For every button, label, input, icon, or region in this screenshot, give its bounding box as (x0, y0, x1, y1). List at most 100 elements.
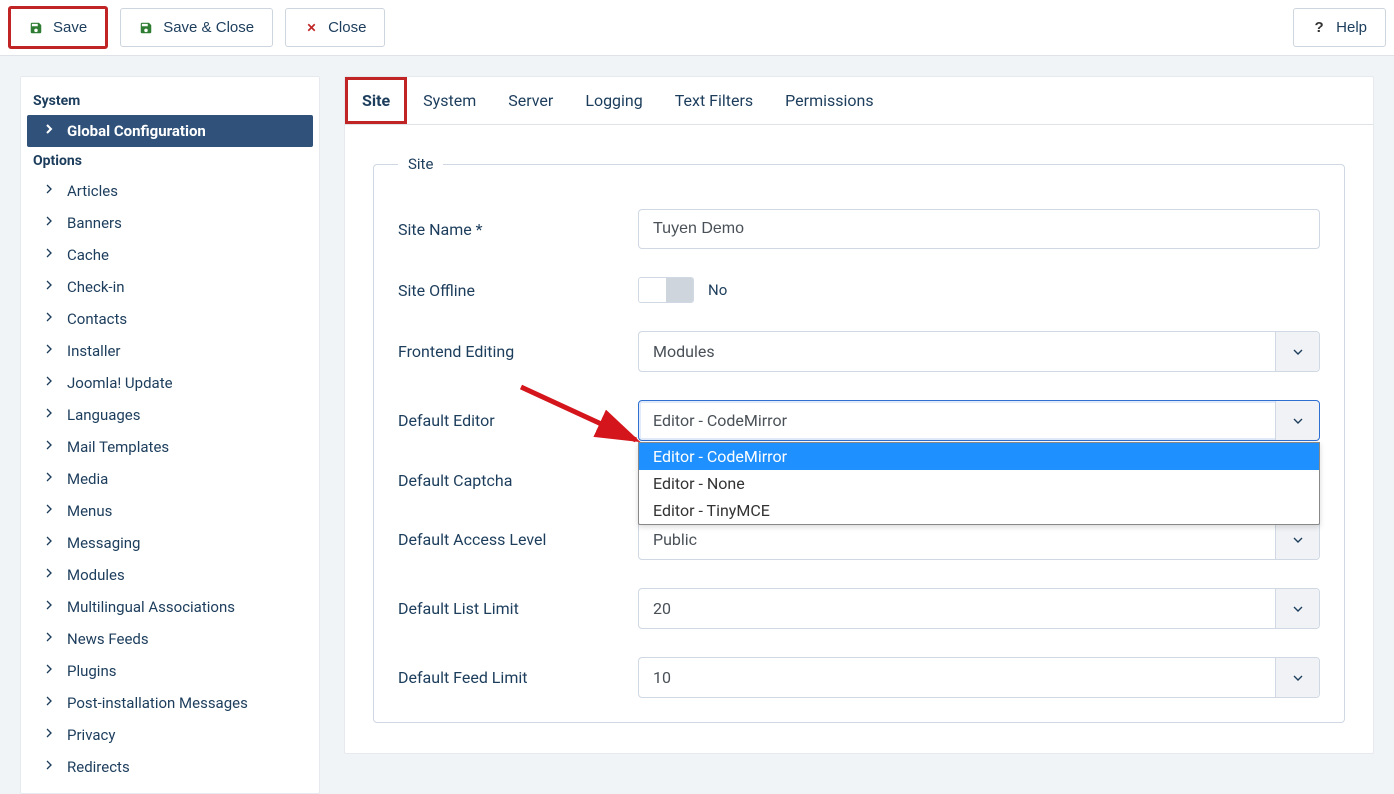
sidebar-item-label: Redirects (67, 758, 130, 776)
toggle-knob (666, 278, 693, 302)
chevron-down-icon (1275, 520, 1319, 559)
chevron-right-icon (41, 277, 57, 297)
sidebar-item-label: Cache (67, 246, 109, 264)
sidebar-item-privacy[interactable]: Privacy (21, 719, 319, 751)
sidebar-item-messaging[interactable]: Messaging (21, 527, 319, 559)
sidebar-item-label: Post-installation Messages (67, 694, 248, 712)
label-site-offline: Site Offline (398, 281, 638, 300)
sidebar-item-label: Contacts (67, 310, 127, 328)
row-site-name: Site Name * (398, 209, 1320, 249)
sidebar-item-label: Check-in (67, 278, 125, 296)
sidebar-item-global-configuration[interactable]: Global Configuration (27, 115, 313, 147)
sidebar-item-label: Multilingual Associations (67, 598, 235, 616)
tab-system[interactable]: System (407, 77, 492, 124)
sidebar-item-news-feeds[interactable]: News Feeds (21, 623, 319, 655)
default-access-select[interactable]: Public (638, 519, 1320, 560)
save-icon (29, 21, 43, 35)
chevron-down-icon (1275, 589, 1319, 628)
control-default-list-limit: 20 (638, 588, 1320, 629)
sidebar-item-label: Articles (67, 182, 118, 200)
chevron-right-icon (41, 597, 57, 617)
sidebar-item-menus[interactable]: Menus (21, 495, 319, 527)
main-panel: SiteSystemServerLoggingText FiltersPermi… (344, 76, 1374, 754)
chevron-right-icon (41, 245, 57, 265)
sidebar-item-label: Installer (67, 342, 121, 360)
close-button[interactable]: Close (285, 8, 385, 47)
control-default-editor: Editor - CodeMirror (638, 400, 1320, 441)
chevron-right-icon (41, 629, 57, 649)
sidebar-item-media[interactable]: Media (21, 463, 319, 495)
chevron-right-icon (41, 565, 57, 585)
label-default-access: Default Access Level (398, 530, 638, 549)
sidebar-item-multilingual-associations[interactable]: Multilingual Associations (21, 591, 319, 623)
chevron-right-icon (41, 501, 57, 521)
tab-text-filters[interactable]: Text Filters (659, 77, 769, 124)
site-offline-value: No (708, 281, 727, 299)
sidebar-item-check-in[interactable]: Check-in (21, 271, 319, 303)
tab-site[interactable]: Site (345, 77, 407, 124)
editor-option[interactable]: Editor - TinyMCE (639, 497, 1319, 524)
chevron-down-icon (1275, 401, 1319, 440)
editor-option[interactable]: Editor - CodeMirror (639, 443, 1319, 470)
sidebar-item-joomla-update[interactable]: Joomla! Update (21, 367, 319, 399)
control-default-access: Public (638, 519, 1320, 560)
sidebar-item-mail-templates[interactable]: Mail Templates (21, 431, 319, 463)
sidebar-item-label: Plugins (67, 662, 116, 680)
chevron-right-icon (41, 693, 57, 713)
sidebar-item-label: Privacy (67, 726, 115, 744)
fieldset-site: Site Site Name * Site Offline No (373, 155, 1345, 723)
editor-option[interactable]: Editor - None (639, 470, 1319, 497)
frontend-editing-value: Modules (653, 342, 715, 361)
sidebar-item-redirects[interactable]: Redirects (21, 751, 319, 783)
save-close-button-label: Save & Close (163, 19, 254, 36)
sidebar-item-plugins[interactable]: Plugins (21, 655, 319, 687)
chevron-right-icon (41, 725, 57, 745)
sidebar-heading-system: System (21, 87, 319, 115)
help-button[interactable]: ? Help (1293, 8, 1386, 47)
sidebar-item-post-installation-messages[interactable]: Post-installation Messages (21, 687, 319, 719)
sidebar-item-modules[interactable]: Modules (21, 559, 319, 591)
sidebar-item-label: Joomla! Update (67, 374, 173, 392)
sidebar-options-list: Articles Banners Cache Check-in Contacts Inst… (21, 175, 319, 783)
control-site-name (638, 209, 1320, 249)
default-editor-select[interactable]: Editor - CodeMirror (638, 400, 1320, 441)
tab-server[interactable]: Server (492, 77, 569, 124)
save-button[interactable]: Save (8, 6, 108, 49)
site-name-input[interactable] (638, 209, 1320, 249)
sidebar-item-articles[interactable]: Articles (21, 175, 319, 207)
default-list-limit-select[interactable]: 20 (638, 588, 1320, 629)
close-icon (304, 21, 318, 35)
site-offline-toggle[interactable] (638, 277, 694, 303)
sidebar-item-installer[interactable]: Installer (21, 335, 319, 367)
sidebar-item-contacts[interactable]: Contacts (21, 303, 319, 335)
tabs: SiteSystemServerLoggingText FiltersPermi… (345, 77, 1373, 125)
close-button-label: Close (328, 19, 366, 36)
tab-permissions[interactable]: Permissions (769, 77, 889, 124)
label-site-name: Site Name * (398, 220, 638, 239)
fieldset-legend: Site (398, 155, 443, 173)
sidebar-item-banners[interactable]: Banners (21, 207, 319, 239)
row-default-editor: Default Editor Editor - CodeMirror (398, 400, 1320, 441)
default-feed-limit-select[interactable]: 10 (638, 657, 1320, 698)
help-icon: ? (1312, 21, 1326, 35)
default-feed-limit-value: 10 (653, 668, 671, 687)
content: Site Site Name * Site Offline No (345, 125, 1373, 753)
toolbar: Save Save & Close Close ? Help (0, 0, 1394, 56)
control-frontend-editing: Modules (638, 331, 1320, 372)
sidebar-item-label: Mail Templates (67, 438, 169, 456)
sidebar-item-cache[interactable]: Cache (21, 239, 319, 271)
save-close-button[interactable]: Save & Close (120, 8, 273, 47)
label-default-list-limit: Default List Limit (398, 599, 638, 618)
control-site-offline: No (638, 277, 1320, 303)
sidebar-item-languages[interactable]: Languages (21, 399, 319, 431)
sidebar-item-label: Menus (67, 502, 112, 520)
frontend-editing-select[interactable]: Modules (638, 331, 1320, 372)
sidebar: System Global Configuration Options Arti… (20, 76, 320, 794)
sidebar-item-label: News Feeds (67, 630, 149, 648)
row-site-offline: Site Offline No (398, 277, 1320, 303)
label-default-editor: Default Editor (398, 411, 638, 430)
sidebar-heading-options: Options (21, 147, 319, 175)
sidebar-item-label: Languages (67, 406, 141, 424)
layout: System Global Configuration Options Arti… (0, 76, 1394, 794)
tab-logging[interactable]: Logging (569, 77, 658, 124)
